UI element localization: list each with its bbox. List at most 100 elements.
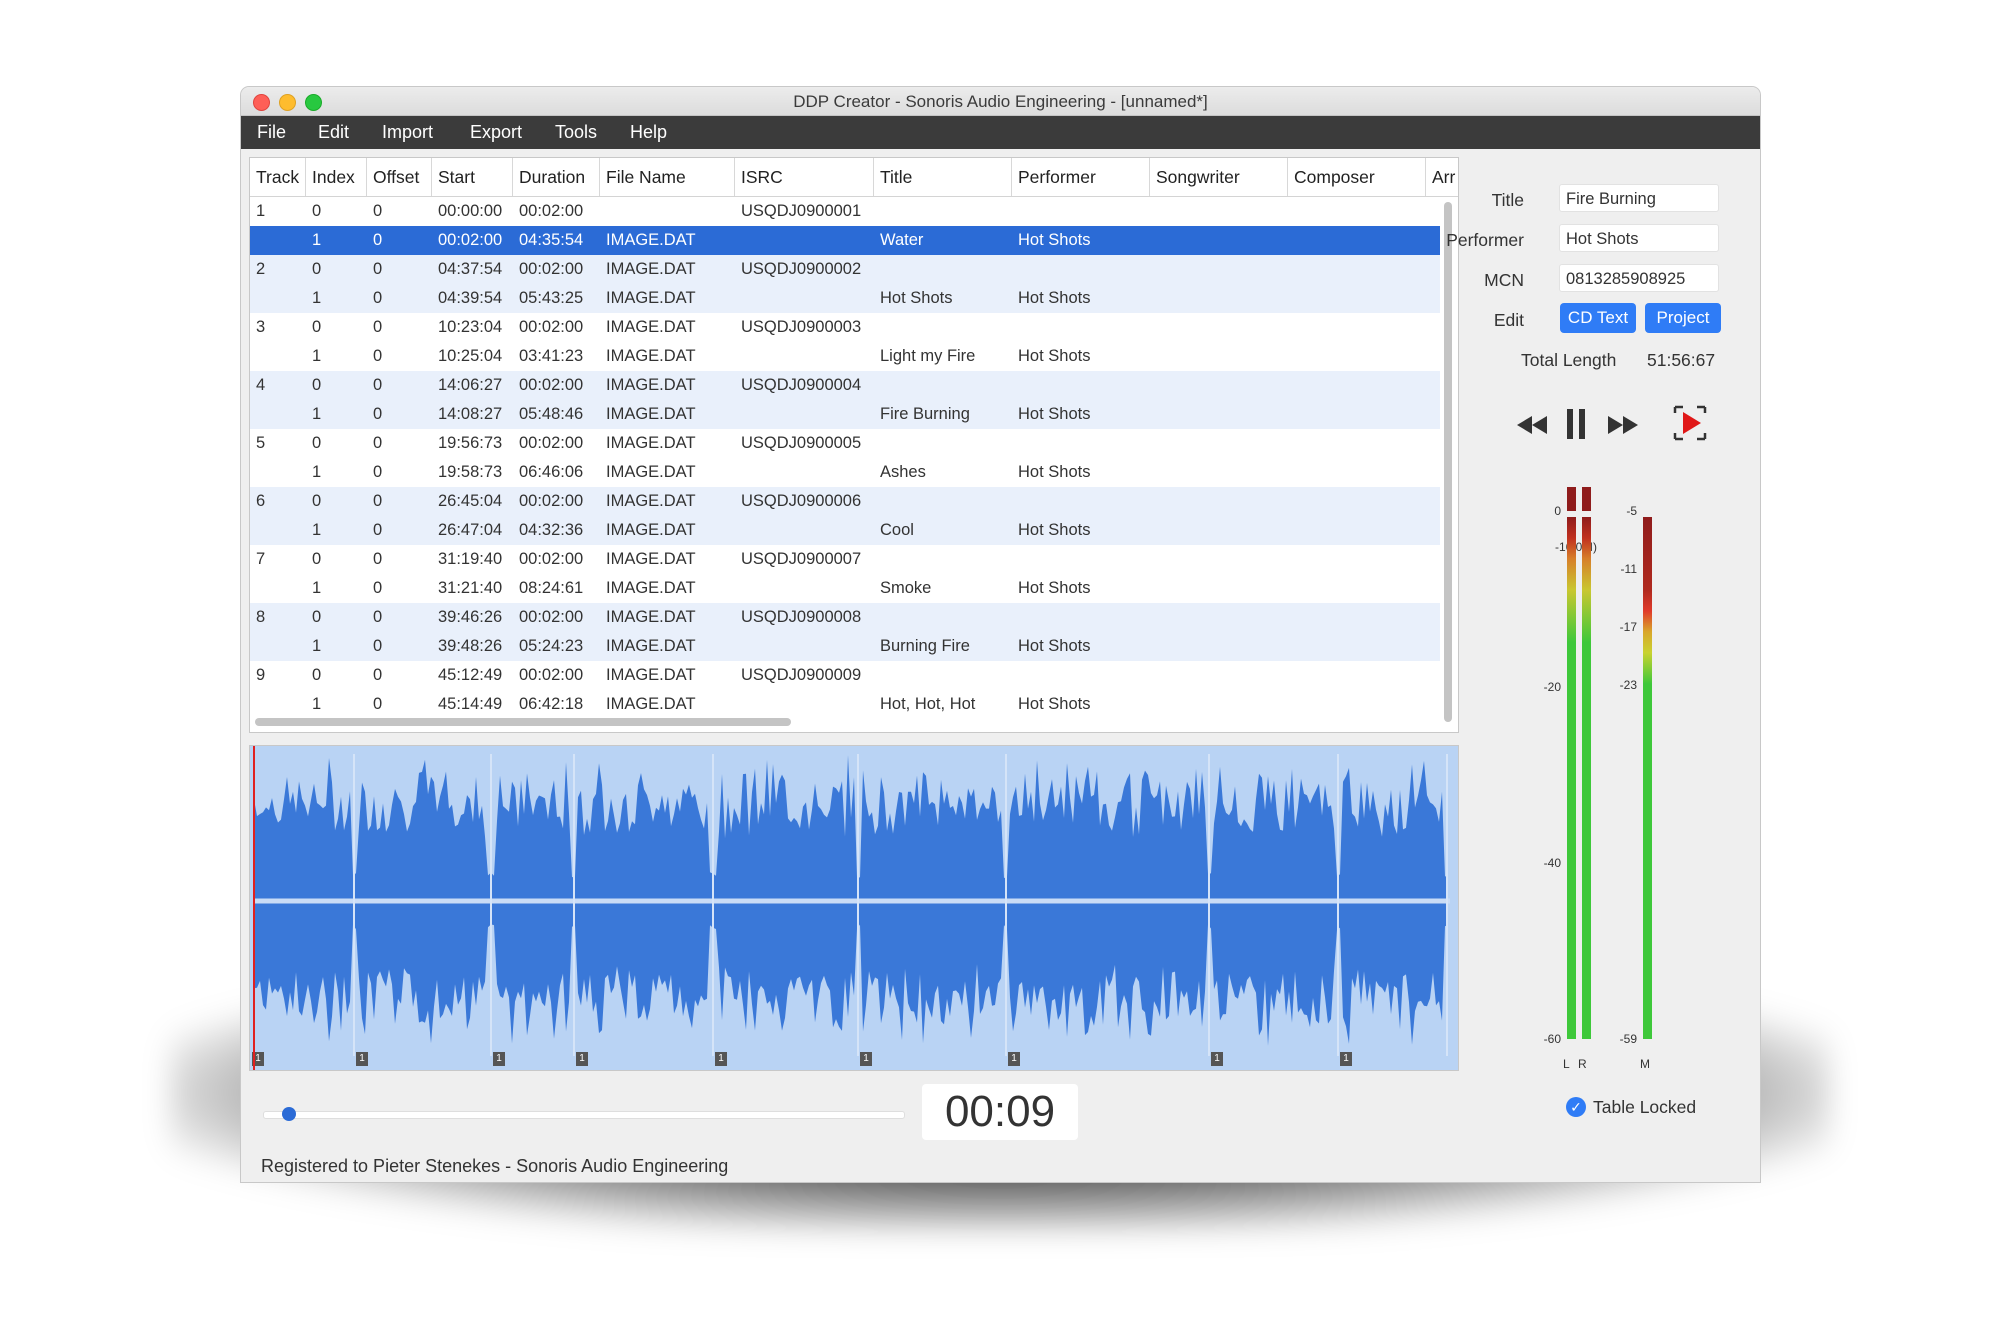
table-horizontal-scrollbar[interactable]	[255, 718, 791, 726]
table-cell: 1	[256, 202, 266, 220]
performer-field[interactable]: Hot Shots	[1559, 224, 1719, 252]
position-slider[interactable]	[263, 1111, 905, 1119]
pause-icon[interactable]	[1565, 407, 1587, 441]
table-cell	[735, 342, 874, 371]
table-row[interactable]: 5 0 0 19:56:73 00:02:00 IMAGE.DAT USQDJ0900005	[250, 429, 1440, 458]
table-row[interactable]: 1 0 04:39:54 05:43:25 IMAGE.DAT Hot Shots Hot …	[250, 284, 1440, 313]
title-field[interactable]: Fire Burning	[1559, 184, 1719, 212]
table-cell: IMAGE.DAT	[606, 695, 696, 713]
table-cell: 1	[312, 579, 322, 597]
table-row[interactable]: 2 0 0 04:37:54 00:02:00 IMAGE.DAT USQDJ0900002	[250, 255, 1440, 284]
table-cell: 10:23:04	[438, 318, 503, 336]
table-cell: Hot Shots	[1018, 231, 1091, 249]
table-cell	[874, 255, 1012, 284]
m-scale-tick-label: -5	[1626, 504, 1637, 518]
table-cell	[250, 632, 306, 661]
playhead[interactable]	[253, 746, 255, 1070]
menu-bar: File Edit Import Export Tools Help	[241, 116, 1760, 149]
rewind-icon[interactable]	[1515, 414, 1549, 436]
project-button[interactable]: Project	[1645, 303, 1721, 333]
table-cell: Hot, Hot, Hot	[880, 695, 976, 713]
time-display: 00:09	[922, 1084, 1078, 1140]
column-header[interactable]: Title	[874, 158, 1012, 196]
table-row[interactable]: 1 0 19:58:73 06:46:06 IMAGE.DAT Ashes Hot Shot…	[250, 458, 1440, 487]
table-row[interactable]: 1 0 0 00:00:00 00:02:00 USQDJ0900001	[250, 197, 1440, 226]
table-cell: Burning Fire	[880, 637, 970, 655]
table-row[interactable]: 1 0 26:47:04 04:32:36 IMAGE.DAT Cool Hot Shots	[250, 516, 1440, 545]
table-cell: USQDJ0900002	[741, 260, 862, 278]
table-cell	[1426, 429, 1458, 458]
table-row[interactable]: 8 0 0 39:46:26 00:02:00 IMAGE.DAT USQDJ0900008	[250, 603, 1440, 632]
table-row[interactable]: 1 0 31:21:40 08:24:61 IMAGE.DAT Smoke Hot Shot…	[250, 574, 1440, 603]
title-label: Title	[1491, 190, 1524, 210]
track-marker[interactable]: 1	[493, 1052, 505, 1066]
table-cell: 1	[312, 637, 322, 655]
table-row[interactable]: 6 0 0 26:45:04 00:02:00 IMAGE.DAT USQDJ0900006	[250, 487, 1440, 516]
table-cell: 1	[312, 289, 322, 307]
menu-edit[interactable]: Edit	[318, 122, 349, 143]
table-cell: 06:46:06	[519, 463, 584, 481]
table-cell	[1426, 458, 1458, 487]
table-cell: 1	[312, 347, 322, 365]
column-header[interactable]: Track	[250, 158, 306, 196]
table-cell: 0	[312, 608, 322, 626]
mcn-field[interactable]: 0813285908925	[1559, 264, 1719, 292]
table-cell: 9	[256, 666, 266, 684]
column-header[interactable]: Composer	[1288, 158, 1426, 196]
fast-forward-icon[interactable]	[1606, 414, 1640, 436]
table-locked-checkbox[interactable]: ✓	[1566, 1097, 1586, 1117]
column-header[interactable]: File Name	[600, 158, 735, 196]
r-channel-label: R	[1578, 1057, 1587, 1071]
column-header[interactable]: Songwriter	[1150, 158, 1288, 196]
edit-label: Edit	[1493, 310, 1524, 330]
table-cell: 39:46:26	[438, 608, 503, 626]
table-cell: IMAGE.DAT	[606, 550, 696, 568]
column-header[interactable]: Index	[306, 158, 367, 196]
waveform-view[interactable]: 111111111	[249, 745, 1459, 1071]
track-marker[interactable]: 1	[1008, 1052, 1020, 1066]
table-row[interactable]: 9 0 0 45:12:49 00:02:00 IMAGE.DAT USQDJ0900009	[250, 661, 1440, 690]
column-header[interactable]: Start	[432, 158, 513, 196]
table-cell	[874, 661, 1012, 690]
table-row[interactable]: 1 0 10:25:04 03:41:23 IMAGE.DAT Light my Fire…	[250, 342, 1440, 371]
table-cell: 19:56:73	[438, 434, 503, 452]
table-cell	[250, 516, 306, 545]
total-length-label: Total Length	[1521, 350, 1617, 370]
table-cell: 8	[256, 608, 266, 626]
table-row[interactable]: 3 0 0 10:23:04 00:02:00 IMAGE.DAT USQDJ0900003	[250, 313, 1440, 342]
track-marker[interactable]: 1	[1211, 1052, 1223, 1066]
menu-file[interactable]: File	[257, 122, 286, 143]
track-marker[interactable]: 1	[715, 1052, 727, 1066]
table-row[interactable]: 1 0 39:48:26 05:24:23 IMAGE.DAT Burning Fire H…	[250, 632, 1440, 661]
table-cell: 06:42:18	[519, 695, 584, 713]
column-header[interactable]: Offset	[367, 158, 432, 196]
table-row[interactable]: 7 0 0 31:19:40 00:02:00 IMAGE.DAT USQDJ0900007	[250, 545, 1440, 574]
table-row[interactable]: 1 0 00:02:00 04:35:54 IMAGE.DAT Water Hot Shot…	[250, 226, 1440, 255]
table-cell	[1426, 661, 1458, 690]
menu-help[interactable]: Help	[630, 122, 667, 143]
track-marker[interactable]: 1	[576, 1052, 588, 1066]
track-marker[interactable]: 1	[356, 1052, 368, 1066]
table-cell: 0	[312, 550, 322, 568]
play-selection-icon[interactable]	[1673, 405, 1707, 441]
column-header[interactable]: ISRC	[735, 158, 874, 196]
table-cell: IMAGE.DAT	[606, 637, 696, 655]
cd-text-button[interactable]: CD Text	[1560, 303, 1636, 333]
menu-tools[interactable]: Tools	[555, 122, 597, 143]
menu-import[interactable]: Import	[382, 122, 433, 143]
table-cell	[1288, 342, 1426, 371]
table-row[interactable]: 4 0 0 14:06:27 00:02:00 IMAGE.DAT USQDJ0900004	[250, 371, 1440, 400]
table-cell	[250, 284, 306, 313]
track-marker[interactable]: 1	[1340, 1052, 1352, 1066]
table-cell: IMAGE.DAT	[606, 347, 696, 365]
table-cell: 1	[312, 695, 322, 713]
menu-export[interactable]: Export	[470, 122, 522, 143]
table-cell: USQDJ0900008	[741, 608, 862, 626]
track-table[interactable]: Track Index Offset Start Duration File Name IS…	[249, 157, 1459, 733]
table-cell: IMAGE.DAT	[606, 521, 696, 539]
column-header[interactable]: Duration	[513, 158, 600, 196]
table-row[interactable]: 1 0 45:14:49 06:42:18 IMAGE.DAT Hot, Hot, Hot…	[250, 690, 1440, 719]
column-header[interactable]: Performer	[1012, 158, 1150, 196]
track-marker[interactable]: 1	[860, 1052, 872, 1066]
table-row[interactable]: 1 0 14:08:27 05:48:46 IMAGE.DAT Fire Burning H…	[250, 400, 1440, 429]
